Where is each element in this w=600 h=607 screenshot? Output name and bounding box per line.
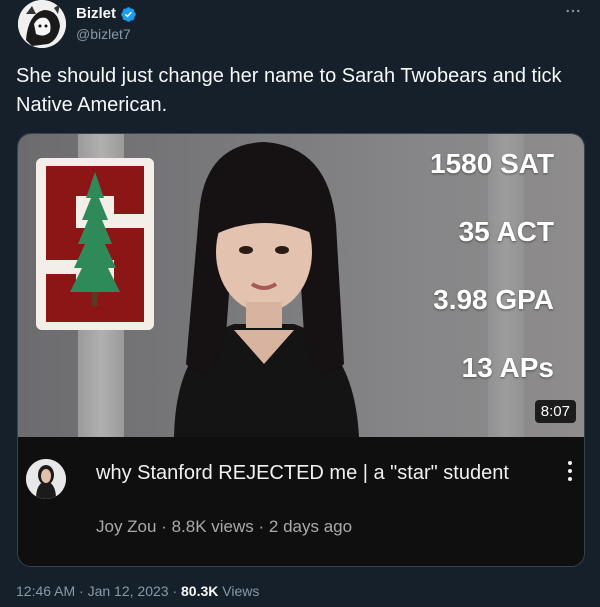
video-info: why Stanford REJECTED me | a "star" stud… — [18, 437, 584, 566]
author-avatar[interactable] — [18, 0, 66, 48]
author-display-name-row[interactable]: Bizlet — [76, 4, 137, 24]
tweet: Bizlet @bizlet7 She should just change h… — [0, 0, 600, 607]
more-horizontal-icon[interactable] — [564, 2, 582, 25]
author-name-block: Bizlet @bizlet7 — [76, 4, 137, 44]
tweet-footer: 12:46 AM · Jan 12, 2023 · 80.3K Views — [16, 583, 259, 599]
tweet-text: She should just change her name to Sarah… — [16, 65, 562, 116]
tweet-timestamp[interactable]: 12:46 AM · Jan 12, 2023 · — [16, 583, 181, 599]
stat-sat: 1580 SAT — [430, 148, 554, 179]
avatar-image — [18, 0, 66, 48]
views-label: Views — [218, 583, 260, 599]
author-handle[interactable]: @bizlet7 — [76, 24, 137, 44]
stats-overlay: 1580 SAT 35 ACT 3.98 GPA 13 APs — [430, 146, 554, 418]
tweet-header: Bizlet @bizlet7 — [16, 0, 584, 60]
views-count: 80.3K — [181, 583, 219, 599]
more-vertical-icon[interactable] — [566, 459, 574, 483]
video-meta: Joy Zou · 8.8K views · 2 days ago — [96, 517, 353, 536]
verified-badge-icon — [121, 6, 136, 22]
channel-avatar[interactable] — [26, 459, 66, 499]
video-duration-badge: 8:07 — [534, 400, 576, 423]
embedded-video-card[interactable]: 1580 SAT 35 ACT 3.98 GPA 13 APs 8:07 why… — [17, 133, 585, 567]
stat-act: 35 ACT — [458, 216, 554, 247]
video-thumbnail[interactable]: 1580 SAT 35 ACT 3.98 GPA 13 APs 8:07 — [18, 134, 584, 437]
author-display-name[interactable]: Bizlet — [76, 4, 116, 24]
stat-gpa: 3.98 GPA — [433, 284, 554, 315]
person-image — [174, 142, 359, 437]
video-title[interactable]: why Stanford REJECTED me | a "star" stud… — [96, 459, 516, 488]
